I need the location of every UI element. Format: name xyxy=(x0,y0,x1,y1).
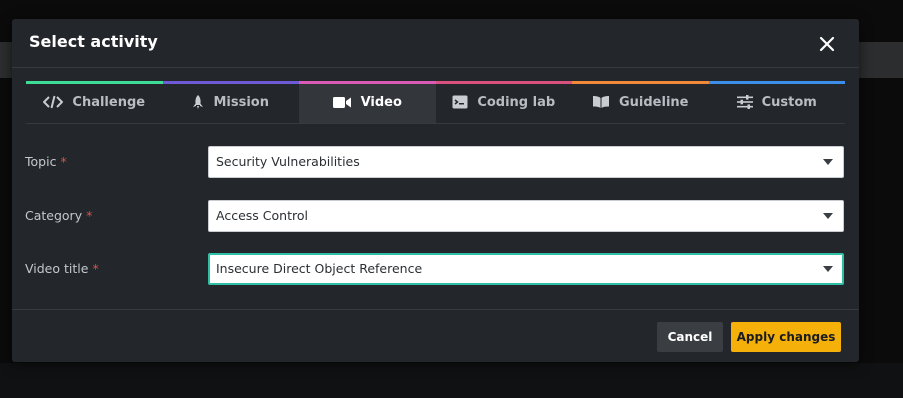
category-value: Access Control xyxy=(216,208,308,223)
tab-label: Coding lab xyxy=(477,94,556,110)
category-row: Category * Access Control xyxy=(25,200,845,232)
close-button[interactable] xyxy=(816,33,838,55)
tab-label: Guideline xyxy=(619,94,689,110)
video-title-select[interactable]: Insecure Direct Object Reference xyxy=(208,253,844,285)
topic-label: Topic * xyxy=(25,154,67,169)
tab-video[interactable]: Video xyxy=(299,81,436,123)
rocket-icon xyxy=(192,94,204,110)
required-mark: * xyxy=(86,208,93,223)
apply-changes-button[interactable]: Apply changes xyxy=(731,322,841,352)
required-mark: * xyxy=(60,154,67,169)
video-title-value: Insecure Direct Object Reference xyxy=(216,261,423,276)
dialog-footer: Cancel Apply changes xyxy=(12,309,859,363)
topic-value: Security Vulnerabilities xyxy=(216,154,360,169)
required-mark: * xyxy=(92,261,99,276)
topic-select[interactable]: Security Vulnerabilities xyxy=(208,146,844,178)
category-select[interactable]: Access Control xyxy=(208,200,844,232)
chevron-down-icon xyxy=(823,266,833,272)
video-title-label: Video title * xyxy=(25,261,99,276)
chevron-down-icon xyxy=(823,159,833,165)
tab-label: Custom xyxy=(761,94,817,110)
activity-tabs: Challenge Mission Video Coding lab Guide… xyxy=(26,81,845,124)
topic-row: Topic * Security Vulnerabilities xyxy=(25,146,845,178)
coding-lab-icon xyxy=(452,95,468,109)
category-label: Category * xyxy=(25,208,93,223)
select-activity-dialog: Select activity Challenge Mission Video … xyxy=(12,19,859,362)
code-icon xyxy=(43,95,64,109)
chevron-down-icon xyxy=(823,213,833,219)
cancel-button[interactable]: Cancel xyxy=(657,322,723,352)
tab-custom[interactable]: Custom xyxy=(708,81,845,123)
tab-label: Mission xyxy=(213,94,269,110)
video-title-row: Video title * Insecure Direct Object Refe… xyxy=(25,253,845,285)
dialog-title: Select activity xyxy=(29,32,158,51)
close-icon xyxy=(819,36,835,52)
tab-coding-lab[interactable]: Coding lab xyxy=(435,81,572,123)
tab-challenge[interactable]: Challenge xyxy=(26,81,163,123)
tab-mission[interactable]: Mission xyxy=(162,81,299,123)
book-icon xyxy=(592,95,610,109)
tab-color-bar xyxy=(435,81,572,84)
tab-color-bar xyxy=(572,81,709,84)
tab-color-bar xyxy=(299,81,436,84)
backdrop-lower xyxy=(0,363,903,398)
sliders-icon xyxy=(736,95,753,109)
dialog-header: Select activity xyxy=(12,19,859,68)
tab-color-bar xyxy=(708,81,845,84)
tab-color-bar xyxy=(26,81,163,84)
tab-color-bar xyxy=(162,81,299,84)
tab-label: Video xyxy=(360,94,402,110)
video-camera-icon xyxy=(332,96,352,109)
tab-label: Challenge xyxy=(72,94,146,110)
tab-guideline[interactable]: Guideline xyxy=(572,81,709,123)
